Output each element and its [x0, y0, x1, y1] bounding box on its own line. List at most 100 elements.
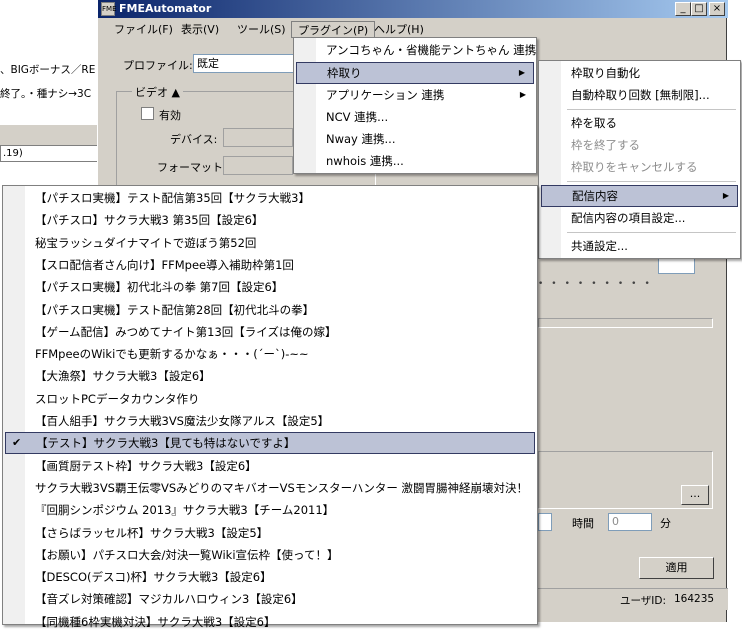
menu-help[interactable]: ヘルプ(H): [368, 21, 430, 38]
close-button[interactable]: ×: [709, 2, 725, 16]
minute-value: 0: [612, 515, 619, 528]
menu-item-nway-link[interactable]: Nway 連携...: [296, 128, 534, 150]
broadcast-item-label: サクラ大戦3VS覇王伝零VSみどりのマキバオーVSモンスターハンター 激闘胃腸神…: [35, 480, 529, 495]
menu-item-auto-wakutori[interactable]: 枠取り自動化: [541, 62, 738, 84]
broadcast-item[interactable]: 【パチスロ実機】テスト配信第35回【サクラ大戦3】: [5, 187, 535, 209]
device-combo[interactable]: [223, 128, 293, 147]
background-window: 、BIGボーナス／RE 終了。・種ナシ→3C .19): [0, 0, 104, 200]
menu-item-ncv-link[interactable]: NCV 連携...: [296, 106, 534, 128]
status-bar: ユーザID: 164235: [536, 588, 728, 610]
menu-item-take-frame[interactable]: 枠を取る: [541, 112, 738, 134]
broadcast-item-label: 『回胴シンポジウム 2013』サクラ大戦3【チーム2011】: [35, 503, 335, 518]
menu-separator: [567, 181, 736, 183]
hour-spinner[interactable]: [538, 513, 552, 531]
menu-item-label: nwhois 連携...: [326, 154, 404, 168]
broadcast-item-label: 【ゲーム配信】みつめてナイト第13回【ライズは俺の嫁】: [35, 324, 337, 339]
menu-item-label: 枠取り自動化: [571, 66, 640, 80]
broadcast-item[interactable]: 【ゲーム配信】みつめてナイト第13回【ライズは俺の嫁】: [5, 321, 535, 343]
broadcast-item-label: 【パチスロ実機】テスト配信第35回【サクラ大戦3】: [35, 191, 310, 205]
background-text-line: 終了。・種ナシ→3C: [0, 88, 92, 100]
broadcast-item[interactable]: 秘宝ラッシュダイナマイトで遊ぼう第52回: [5, 232, 535, 254]
device-label: デバイス:: [170, 133, 218, 146]
broadcast-item-label: 【パチスロ実機】テスト配信第28回【初代北斗の拳】: [35, 302, 315, 317]
broadcast-item[interactable]: 【パチスロ】サクラ大戦3 第35回【設定6】: [5, 209, 535, 231]
menu-item-nwhois-link[interactable]: nwhois 連携...: [296, 150, 534, 172]
broadcast-item-label: 【パチスロ実機】初代北斗の拳 第7回【設定6】: [35, 280, 284, 295]
video-group-title: ビデオ ▲: [132, 84, 183, 100]
broadcast-item[interactable]: ✔ 【テスト】サクラ大戦3【見ても特はないですよ】: [5, 432, 535, 455]
broadcast-item-label: 【大漁祭】サクラ大戦3【設定6】: [35, 369, 211, 384]
user-id-label: ユーザID:: [620, 595, 667, 607]
broadcast-item-label: スロットPCデータカウンタ作り: [35, 391, 200, 406]
progress-bar: [538, 318, 713, 328]
broadcast-item[interactable]: 【画質厨テスト枠】サクラ大戦3【設定6】: [5, 455, 535, 477]
broadcast-item-label: 【音ズレ対策確認】マジカルハロウィン3【設定6】: [35, 592, 303, 607]
broadcast-item-label: 【百人組手】サクラ大戦3VS魔法少女隊アルス【設定5】: [35, 414, 330, 428]
browse-button[interactable]: ...: [681, 485, 709, 505]
broadcast-item[interactable]: 【スロ配信者さん向け】FFMpee導入補助枠第1回: [5, 254, 535, 276]
format-combo[interactable]: [223, 156, 293, 175]
menu-item-label: アプリケーション 連携: [326, 88, 445, 102]
broadcast-item-label: 【画質厨テスト枠】サクラ大戦3【設定6】: [35, 458, 257, 473]
maximize-button[interactable]: □: [691, 2, 707, 16]
menu-item-label: 枠を終了する: [571, 138, 640, 152]
menu-item-label: 配信内容: [572, 189, 618, 203]
broadcast-item-label: 秘宝ラッシュダイナマイトで遊ぼう第52回: [35, 235, 257, 250]
menu-item-label: 枠取り: [327, 66, 362, 80]
collapse-triangle-icon[interactable]: ▲: [172, 86, 180, 99]
minute-spinner[interactable]: 0: [608, 513, 652, 531]
menu-separator: [567, 109, 736, 111]
submenu-arrow-icon: ▶: [518, 68, 525, 77]
submenu-arrow-icon: ▶: [722, 191, 729, 200]
menu-item-broadcast-content[interactable]: 配信内容 ▶: [541, 185, 738, 207]
video-enable-checkbox[interactable]: [141, 107, 154, 120]
menu-item-label: 配信内容の項目設定...: [571, 211, 686, 225]
menu-item-auto-count[interactable]: 自動枠取り回数 [無制限]...: [541, 84, 738, 106]
broadcast-item[interactable]: 【お願い】パチスロ大会/対決一覧Wiki宣伝枠【使って！】: [5, 544, 535, 566]
menu-item-label: アンコちゃん・省機能テントちゃん 連携: [326, 43, 537, 57]
background-text-field[interactable]: .19): [0, 145, 104, 162]
minute-label: 分: [660, 517, 671, 530]
menu-plugins[interactable]: プラグイン(P): [291, 21, 376, 38]
menu-bar: ファイル(F) 表示(V) ツール(S) プラグイン(P) ヘルプ(H): [98, 19, 728, 39]
broadcast-item[interactable]: FFMpeeのWikiでも更新するかなぁ・・・(´ー`)-~~: [5, 343, 535, 365]
broadcast-item[interactable]: 【パチスロ実機】テスト配信第28回【初代北斗の拳】: [5, 299, 535, 321]
menu-item-app-link[interactable]: アプリケーション 連携 ▶: [296, 84, 534, 106]
broadcast-item[interactable]: スロットPCデータカウンタ作り: [5, 388, 535, 410]
menu-item-content-settings[interactable]: 配信内容の項目設定...: [541, 207, 738, 229]
profile-combo[interactable]: 既定: [193, 54, 303, 73]
window-title: FMEAutomator: [119, 2, 212, 15]
apply-button[interactable]: 適用: [639, 557, 714, 579]
broadcast-item[interactable]: 【DESCO(デスコ)杯】サクラ大戦3【設定6】: [5, 566, 535, 588]
profile-label: プロファイル:: [123, 59, 193, 72]
broadcast-item[interactable]: 【さらばラッセル杯】サクラ大戦3【設定5】: [5, 522, 535, 544]
broadcast-content-submenu: 【パチスロ実機】テスト配信第35回【サクラ大戦3】 【パチスロ】サクラ大戦3 第3…: [2, 185, 538, 629]
broadcast-item[interactable]: 【パチスロ実機】初代北斗の拳 第7回【設定6】: [5, 276, 535, 298]
menu-item-wakutori[interactable]: 枠取り ▶: [296, 62, 534, 84]
menu-tools[interactable]: ツール(S): [231, 21, 292, 38]
menu-item-anko-link[interactable]: アンコちゃん・省機能テントちゃん 連携: [296, 39, 537, 61]
broadcast-item-label: 【お願い】パチスロ大会/対決一覧Wiki宣伝枠【使って！】: [35, 547, 339, 562]
broadcast-item-label: 【パチスロ】サクラ大戦3 第35回【設定6】: [35, 213, 264, 228]
menu-file[interactable]: ファイル(F): [108, 21, 179, 38]
broadcast-item-label: 【スロ配信者さん向け】FFMpee導入補助枠第1回: [35, 257, 294, 272]
menu-item-cancel-frame[interactable]: 枠取りをキャンセルする: [541, 156, 738, 178]
checkmark-icon: ✔: [12, 436, 22, 450]
broadcast-item[interactable]: 【音ズレ対策確認】マジカルハロウィン3【設定6】: [5, 588, 535, 610]
broadcast-item-label: FFMpeeのWikiでも更新するかなぁ・・・(´ー`)-~~: [35, 347, 309, 362]
broadcast-item-label: 【さらばラッセル杯】サクラ大戦3【設定5】: [35, 525, 269, 540]
menu-item-label: 枠を取る: [571, 116, 617, 130]
menu-item-common-settings[interactable]: 共通設定...: [541, 235, 738, 257]
broadcast-item[interactable]: サクラ大戦3VS覇王伝零VSみどりのマキバオーVSモンスターハンター 激闘胃腸神…: [5, 477, 535, 499]
broadcast-item[interactable]: 【大漁祭】サクラ大戦3【設定6】: [5, 365, 535, 387]
menu-item-label: 枠取りをキャンセルする: [571, 160, 698, 174]
video-enable-label: 有効: [159, 109, 181, 122]
menu-view[interactable]: 表示(V): [175, 21, 225, 38]
broadcast-item[interactable]: 『回胴シンポジウム 2013』サクラ大戦3【チーム2011】: [5, 499, 535, 521]
menu-item-end-frame[interactable]: 枠を終了する: [541, 134, 738, 156]
minimize-button[interactable]: _: [675, 2, 691, 16]
time-label: 時間: [572, 517, 594, 530]
title-bar[interactable]: FME FMEAutomator _ □ ×: [98, 0, 728, 18]
broadcast-item[interactable]: 【百人組手】サクラ大戦3VS魔法少女隊アルス【設定5】: [5, 410, 535, 432]
plugin-menu: アンコちゃん・省機能テントちゃん 連携 枠取り ▶ アプリケーション 連携 ▶ NC…: [293, 37, 537, 174]
